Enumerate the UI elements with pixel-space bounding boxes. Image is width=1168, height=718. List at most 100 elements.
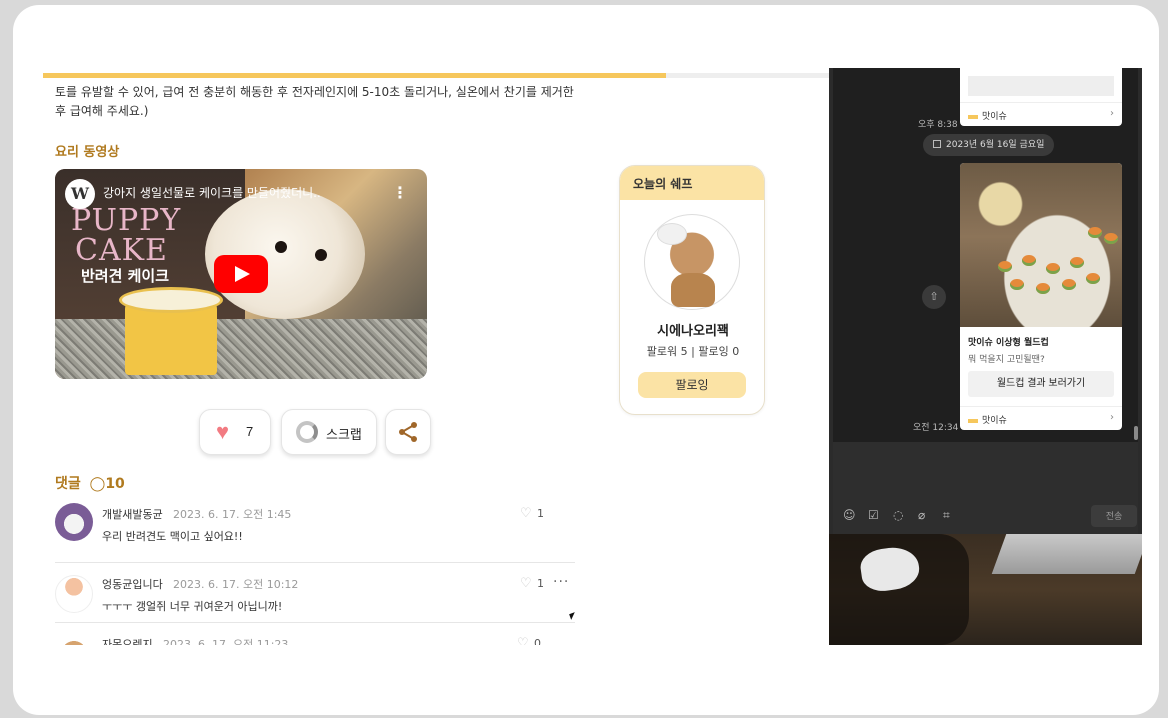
youtube-video-player[interactable]: PUPPY CAKE 반려견 케이크 W 강아지 생일선물로 케이크를 만들어줬… <box>55 169 427 379</box>
message-time: 오전 12:34 <box>913 423 959 433</box>
comment-date: 2023. 6. 17. 오전 11:23 <box>163 638 289 645</box>
webcam-desk-view <box>829 534 1142 645</box>
schedule-icon[interactable]: ☑ <box>868 508 893 522</box>
source-logo-icon <box>968 418 978 423</box>
avatar[interactable] <box>55 503 93 541</box>
chef-avatar[interactable] <box>644 214 740 310</box>
comment-like-count: 1 <box>537 507 544 520</box>
food-item <box>1022 255 1036 266</box>
card-source-row[interactable]: 맛이슈 › <box>960 102 1122 126</box>
crop-icon[interactable]: ⌗ <box>943 508 968 523</box>
shared-link-card[interactable]: 맛이슈 › <box>960 68 1122 126</box>
comment-like-button[interactable]: ♡ 0 <box>517 636 541 645</box>
shared-food-card[interactable]: 맛이슈 이상형 월드컵 뭐 먹을지 고민될땐? 월드컵 결과 보러가기 맛이슈 … <box>960 163 1122 430</box>
card-source-label: 맛이슈 <box>982 112 1007 122</box>
food-card-image <box>960 163 1122 327</box>
food-item <box>1062 279 1076 290</box>
scrap-label: 스크랩 <box>326 427 362 442</box>
comment-bubble-icon: ◯ <box>89 476 106 492</box>
heart-outline-icon: ♡ <box>520 506 532 521</box>
comment-text: ㅜㅜㅜ 갱얼쥐 너무 귀여운거 아닙니까! <box>102 600 283 613</box>
comment-like-button[interactable]: ♡ 1 <box>520 576 544 591</box>
comment-like-count: 0 <box>534 637 541 645</box>
video-thumbnail-dog <box>205 189 365 319</box>
video-more-menu-icon[interactable]: ⋮ <box>392 183 408 202</box>
dog-eye <box>275 241 287 253</box>
reading-progress-track <box>43 73 831 78</box>
bear-body <box>671 273 715 307</box>
comment-text: 우리 반려견도 맥이고 싶어요!! <box>102 530 243 543</box>
comments-title-label: 댓글 <box>55 476 81 492</box>
video-overlay-subtitle: 반려견 케이크 <box>81 267 170 285</box>
share-icon <box>399 422 417 442</box>
comment-author[interactable]: 엉동균입니다 <box>102 576 163 592</box>
reading-progress-fill <box>43 73 666 78</box>
attach-icon[interactable]: ⌀ <box>918 508 943 522</box>
food-item <box>1088 227 1102 238</box>
food-item <box>1070 257 1084 268</box>
comment-author[interactable]: 자몽오렌지 <box>102 636 153 645</box>
avatar[interactable] <box>55 633 93 645</box>
card-source-row[interactable]: 맛이슈 › <box>960 406 1122 430</box>
chef-follow-stats: 팔로워 5 | 팔로잉 0 <box>646 345 740 358</box>
play-button-icon[interactable] <box>214 255 268 293</box>
chat-panel: 맛이슈 › 오후 8:38 2023년 6월 16일 금요일 ⇧ 맛이슈 이상형… <box>829 68 1142 645</box>
bear-bow <box>657 223 687 245</box>
video-title[interactable]: 강아지 생일선물로 케이크를 만들어줬더니.. <box>103 184 383 201</box>
food-item <box>998 261 1012 272</box>
comment-item: 개발새발동균 2023. 6. 17. 오전 1:45 우리 반려견도 맥이고 … <box>55 501 575 561</box>
recipe-intro-text: 토를 유발할 수 있어, 급여 전 충분히 해동한 후 전자레인지에 5-10초… <box>55 85 574 118</box>
chat-message-list[interactable]: 맛이슈 › 오후 8:38 2023년 6월 16일 금요일 ⇧ 맛이슈 이상형… <box>833 68 1138 442</box>
share-message-icon[interactable]: ⇧ <box>922 285 946 309</box>
chevron-right-icon: › <box>1110 108 1114 119</box>
date-divider-label: 2023년 6월 16일 금요일 <box>946 140 1045 150</box>
food-item <box>1104 233 1118 244</box>
food-item <box>1036 283 1050 294</box>
like-count: 7 <box>246 424 254 439</box>
card-button-placeholder <box>968 76 1114 96</box>
source-logo-icon <box>968 114 978 119</box>
chat-scrollbar[interactable] <box>1134 426 1138 440</box>
heart-outline-icon: ♡ <box>517 636 529 645</box>
worldcup-result-button[interactable]: 월드컵 결과 보러가기 <box>968 371 1114 397</box>
heart-icon: ♥ <box>216 419 230 444</box>
video-thumbnail-cake-top <box>119 287 223 313</box>
like-button[interactable]: ♥ 7 <box>199 409 271 455</box>
video-thumbnail-table <box>55 319 427 379</box>
chevron-right-icon: › <box>1110 412 1114 423</box>
dog-eye <box>315 249 327 261</box>
scrap-button[interactable]: 스크랩 <box>281 409 377 455</box>
channel-logo-icon[interactable]: W <box>65 179 95 209</box>
chef-card-header: 오늘의 쉐프 <box>620 166 764 200</box>
calendar-icon <box>933 140 941 148</box>
comment-like-button[interactable]: ♡ 1 <box>520 506 544 521</box>
chat-bubble-icon[interactable]: ◌ <box>893 508 918 522</box>
chat-input-area[interactable]: ☺ ☑ ◌ ⌀ ⌗ 전송 <box>833 442 1138 534</box>
date-divider: 2023년 6월 16일 금요일 <box>923 134 1055 156</box>
today-chef-card: 오늘의 쉐프 시에나오리꽥 팔로워 5 | 팔로잉 0 팔로잉 <box>619 165 765 415</box>
comments-title: 댓글 ◯10 <box>55 473 125 493</box>
send-button[interactable]: 전송 <box>1091 505 1137 527</box>
share-button[interactable] <box>385 409 431 455</box>
mouse-cursor-icon <box>569 612 577 620</box>
avatar[interactable] <box>55 575 93 613</box>
heart-outline-icon: ♡ <box>520 576 532 591</box>
comment-author[interactable]: 개발새발동균 <box>102 506 163 522</box>
comment-more-icon[interactable]: ··· <box>553 574 569 590</box>
follow-button[interactable]: 팔로잉 <box>638 372 746 398</box>
recipe-page: 토를 유발할 수 있어, 급여 전 충분히 해동한 후 전자레인지에 5-10초… <box>43 73 831 645</box>
chat-toolbar: ☺ ☑ ◌ ⌀ ⌗ <box>843 508 968 523</box>
food-item <box>1010 279 1024 290</box>
video-section-title: 요리 동영상 <box>55 145 120 160</box>
desk-keyboard <box>991 534 1142 574</box>
chef-name[interactable]: 시에나오리꽥 <box>620 320 764 339</box>
food-item <box>1086 273 1100 284</box>
emoji-icon[interactable]: ☺ <box>843 508 868 522</box>
comments-count: 10 <box>105 476 125 492</box>
food-card-title: 맛이슈 이상형 월드컵 <box>968 338 1049 348</box>
comment-date: 2023. 6. 17. 오전 1:45 <box>173 508 292 521</box>
comment-item: 자몽오렌지 2023. 6. 17. 오전 11:23 ♡ 0 <box>55 622 575 645</box>
scrap-ring-icon <box>296 421 318 443</box>
food-item <box>1046 263 1060 274</box>
comment-date: 2023. 6. 17. 오전 10:12 <box>173 578 299 591</box>
